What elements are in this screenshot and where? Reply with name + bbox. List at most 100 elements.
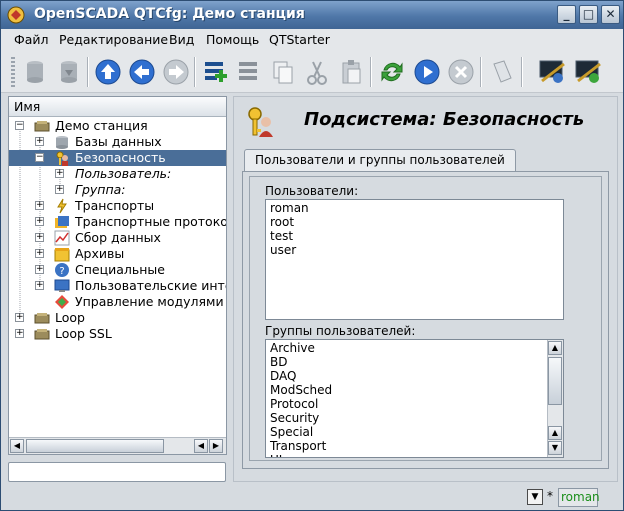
- menu-qtstarter[interactable]: QTStarter: [269, 32, 330, 47]
- database-icon: [56, 136, 68, 149]
- station-icon: [34, 313, 50, 324]
- scroll-up-icon[interactable]: ▲: [548, 341, 562, 355]
- list-item[interactable]: user: [270, 243, 296, 257]
- station-icon: [34, 121, 50, 132]
- tree-item-loop[interactable]: + Loop: [9, 310, 226, 326]
- expand-icon[interactable]: +: [35, 265, 44, 274]
- tree-item-module-management[interactable]: Управление модулями: [9, 294, 226, 310]
- stop-icon[interactable]: [445, 56, 477, 88]
- toolbar-grip[interactable]: [11, 57, 15, 87]
- window-title: OpenSCADA QTCfg: Демо станция: [34, 6, 305, 22]
- tree-item-demo-station[interactable]: − Демо станция: [9, 118, 226, 134]
- users-label: Пользователи:: [265, 184, 359, 198]
- scroll-down-icon[interactable]: ▼: [548, 441, 562, 455]
- delete-item-icon[interactable]: [233, 56, 265, 88]
- expand-icon[interactable]: +: [35, 281, 44, 290]
- menu-edit[interactable]: Редактирование: [59, 32, 168, 47]
- minimize-button[interactable]: _: [557, 5, 576, 24]
- up-arrow-icon[interactable]: [92, 56, 124, 88]
- db-load-icon[interactable]: [19, 56, 51, 88]
- forward-arrow-icon[interactable]: [160, 56, 192, 88]
- start-icon[interactable]: [411, 56, 443, 88]
- ui-icon: [54, 279, 70, 292]
- list-item[interactable]: Protocol: [270, 397, 318, 411]
- scroll-thumb[interactable]: [26, 439, 164, 453]
- expand-icon[interactable]: +: [35, 201, 44, 210]
- close-button[interactable]: ✕: [601, 5, 620, 24]
- users-list[interactable]: roman root test user: [265, 199, 564, 320]
- tree-search-input[interactable]: [8, 462, 226, 482]
- tree-item-transports[interactable]: + Транспорты: [9, 198, 226, 214]
- qtcfg-icon[interactable]: [536, 56, 568, 88]
- tree-item-security[interactable]: − Безопасность: [9, 150, 226, 166]
- tree-item-specials[interactable]: + ? Специальные: [9, 262, 226, 278]
- expand-icon[interactable]: +: [15, 329, 24, 338]
- tree-item-archives[interactable]: + Архивы: [9, 246, 226, 262]
- current-user[interactable]: roman: [558, 488, 600, 507]
- maximize-button[interactable]: □: [579, 5, 598, 24]
- content-pane: Подсистема: Безопасность Пользователи и …: [233, 96, 618, 482]
- station-icon: [34, 329, 50, 340]
- collapse-icon[interactable]: −: [15, 121, 24, 130]
- vision-icon[interactable]: [572, 56, 604, 88]
- refresh-icon[interactable]: [376, 56, 408, 88]
- expand-icon[interactable]: +: [35, 233, 44, 242]
- expand-icon[interactable]: +: [35, 249, 44, 258]
- list-item[interactable]: Transport: [270, 439, 326, 453]
- menu-help[interactable]: Помощь: [206, 32, 259, 47]
- list-item[interactable]: BD: [270, 355, 287, 369]
- expand-icon[interactable]: +: [35, 137, 44, 146]
- list-item[interactable]: ModSched: [270, 383, 332, 397]
- toolbar-separator: [521, 57, 523, 87]
- expand-icon[interactable]: +: [55, 185, 64, 194]
- list-item[interactable]: test: [270, 229, 293, 243]
- tree-item-group[interactable]: + Группа:: [9, 182, 226, 198]
- groups-list[interactable]: Archive BD DAQ ModSched Protocol Securit…: [265, 339, 564, 458]
- expand-icon[interactable]: +: [15, 313, 24, 322]
- tree-item-data-acquisition[interactable]: + Сбор данных: [9, 230, 226, 246]
- paste-icon[interactable]: [335, 56, 367, 88]
- title-bar[interactable]: OpenSCADA QTCfg: Демо станция _ □ ✕: [1, 1, 623, 29]
- tree-horizontal-scrollbar[interactable]: ◀ ◀ ▶: [9, 437, 226, 454]
- toolbar-separator: [194, 57, 196, 87]
- list-item[interactable]: DAQ: [270, 369, 296, 383]
- list-item[interactable]: Security: [270, 411, 319, 425]
- info-book-icon[interactable]: [486, 56, 518, 88]
- db-save-icon[interactable]: [53, 56, 85, 88]
- back-arrow-icon[interactable]: [126, 56, 158, 88]
- copy-icon[interactable]: [267, 56, 299, 88]
- list-item[interactable]: Archive: [270, 341, 315, 355]
- tree-item-user-interfaces[interactable]: + Пользовательские интерф: [9, 278, 226, 294]
- list-item[interactable]: Special: [270, 425, 313, 439]
- menu-bar: Файл Редактирование Вид Помощь QTStarter: [1, 29, 623, 51]
- expand-icon[interactable]: +: [55, 169, 64, 178]
- collapse-icon[interactable]: −: [35, 153, 44, 162]
- tab-users-groups[interactable]: Пользователи и группы пользователей: [244, 149, 516, 172]
- scroll-left-icon[interactable]: ◀: [194, 439, 208, 453]
- tree-body: − Демо станция + Базы данных − Безопасно…: [9, 118, 226, 437]
- list-item[interactable]: roman: [270, 201, 309, 215]
- expand-icon[interactable]: +: [35, 217, 44, 226]
- tree-header[interactable]: Имя: [9, 97, 226, 117]
- groups-vertical-scrollbar[interactable]: ▲ ▲ ▼: [547, 340, 563, 457]
- cut-icon[interactable]: [301, 56, 333, 88]
- chevron-down-icon[interactable]: ▼: [527, 489, 543, 505]
- tree-item-databases[interactable]: + Базы данных: [9, 134, 226, 150]
- groups-label: Группы пользователей:: [265, 324, 416, 338]
- menu-view[interactable]: Вид: [169, 32, 194, 47]
- toolbar-separator: [370, 57, 372, 87]
- tree-item-user[interactable]: + Пользователь:: [9, 166, 226, 182]
- scroll-up-icon[interactable]: ▲: [548, 426, 562, 440]
- list-item[interactable]: UI: [270, 453, 282, 457]
- special-icon: ?: [55, 263, 69, 277]
- scroll-thumb[interactable]: [548, 357, 562, 405]
- navigation-tree[interactable]: Имя − Демо станция + Базы данных − Безоп…: [8, 96, 227, 455]
- scroll-right-icon[interactable]: ▶: [209, 439, 223, 453]
- toolbar-separator: [480, 57, 482, 87]
- list-item[interactable]: root: [270, 215, 294, 229]
- tree-item-transport-protocols[interactable]: + Транспортные протоколы: [9, 214, 226, 230]
- tree-item-loop-ssl[interactable]: + Loop SSL: [9, 326, 226, 342]
- add-item-icon[interactable]: [199, 56, 231, 88]
- menu-file[interactable]: Файл: [14, 32, 49, 47]
- scroll-left-icon[interactable]: ◀: [10, 439, 24, 453]
